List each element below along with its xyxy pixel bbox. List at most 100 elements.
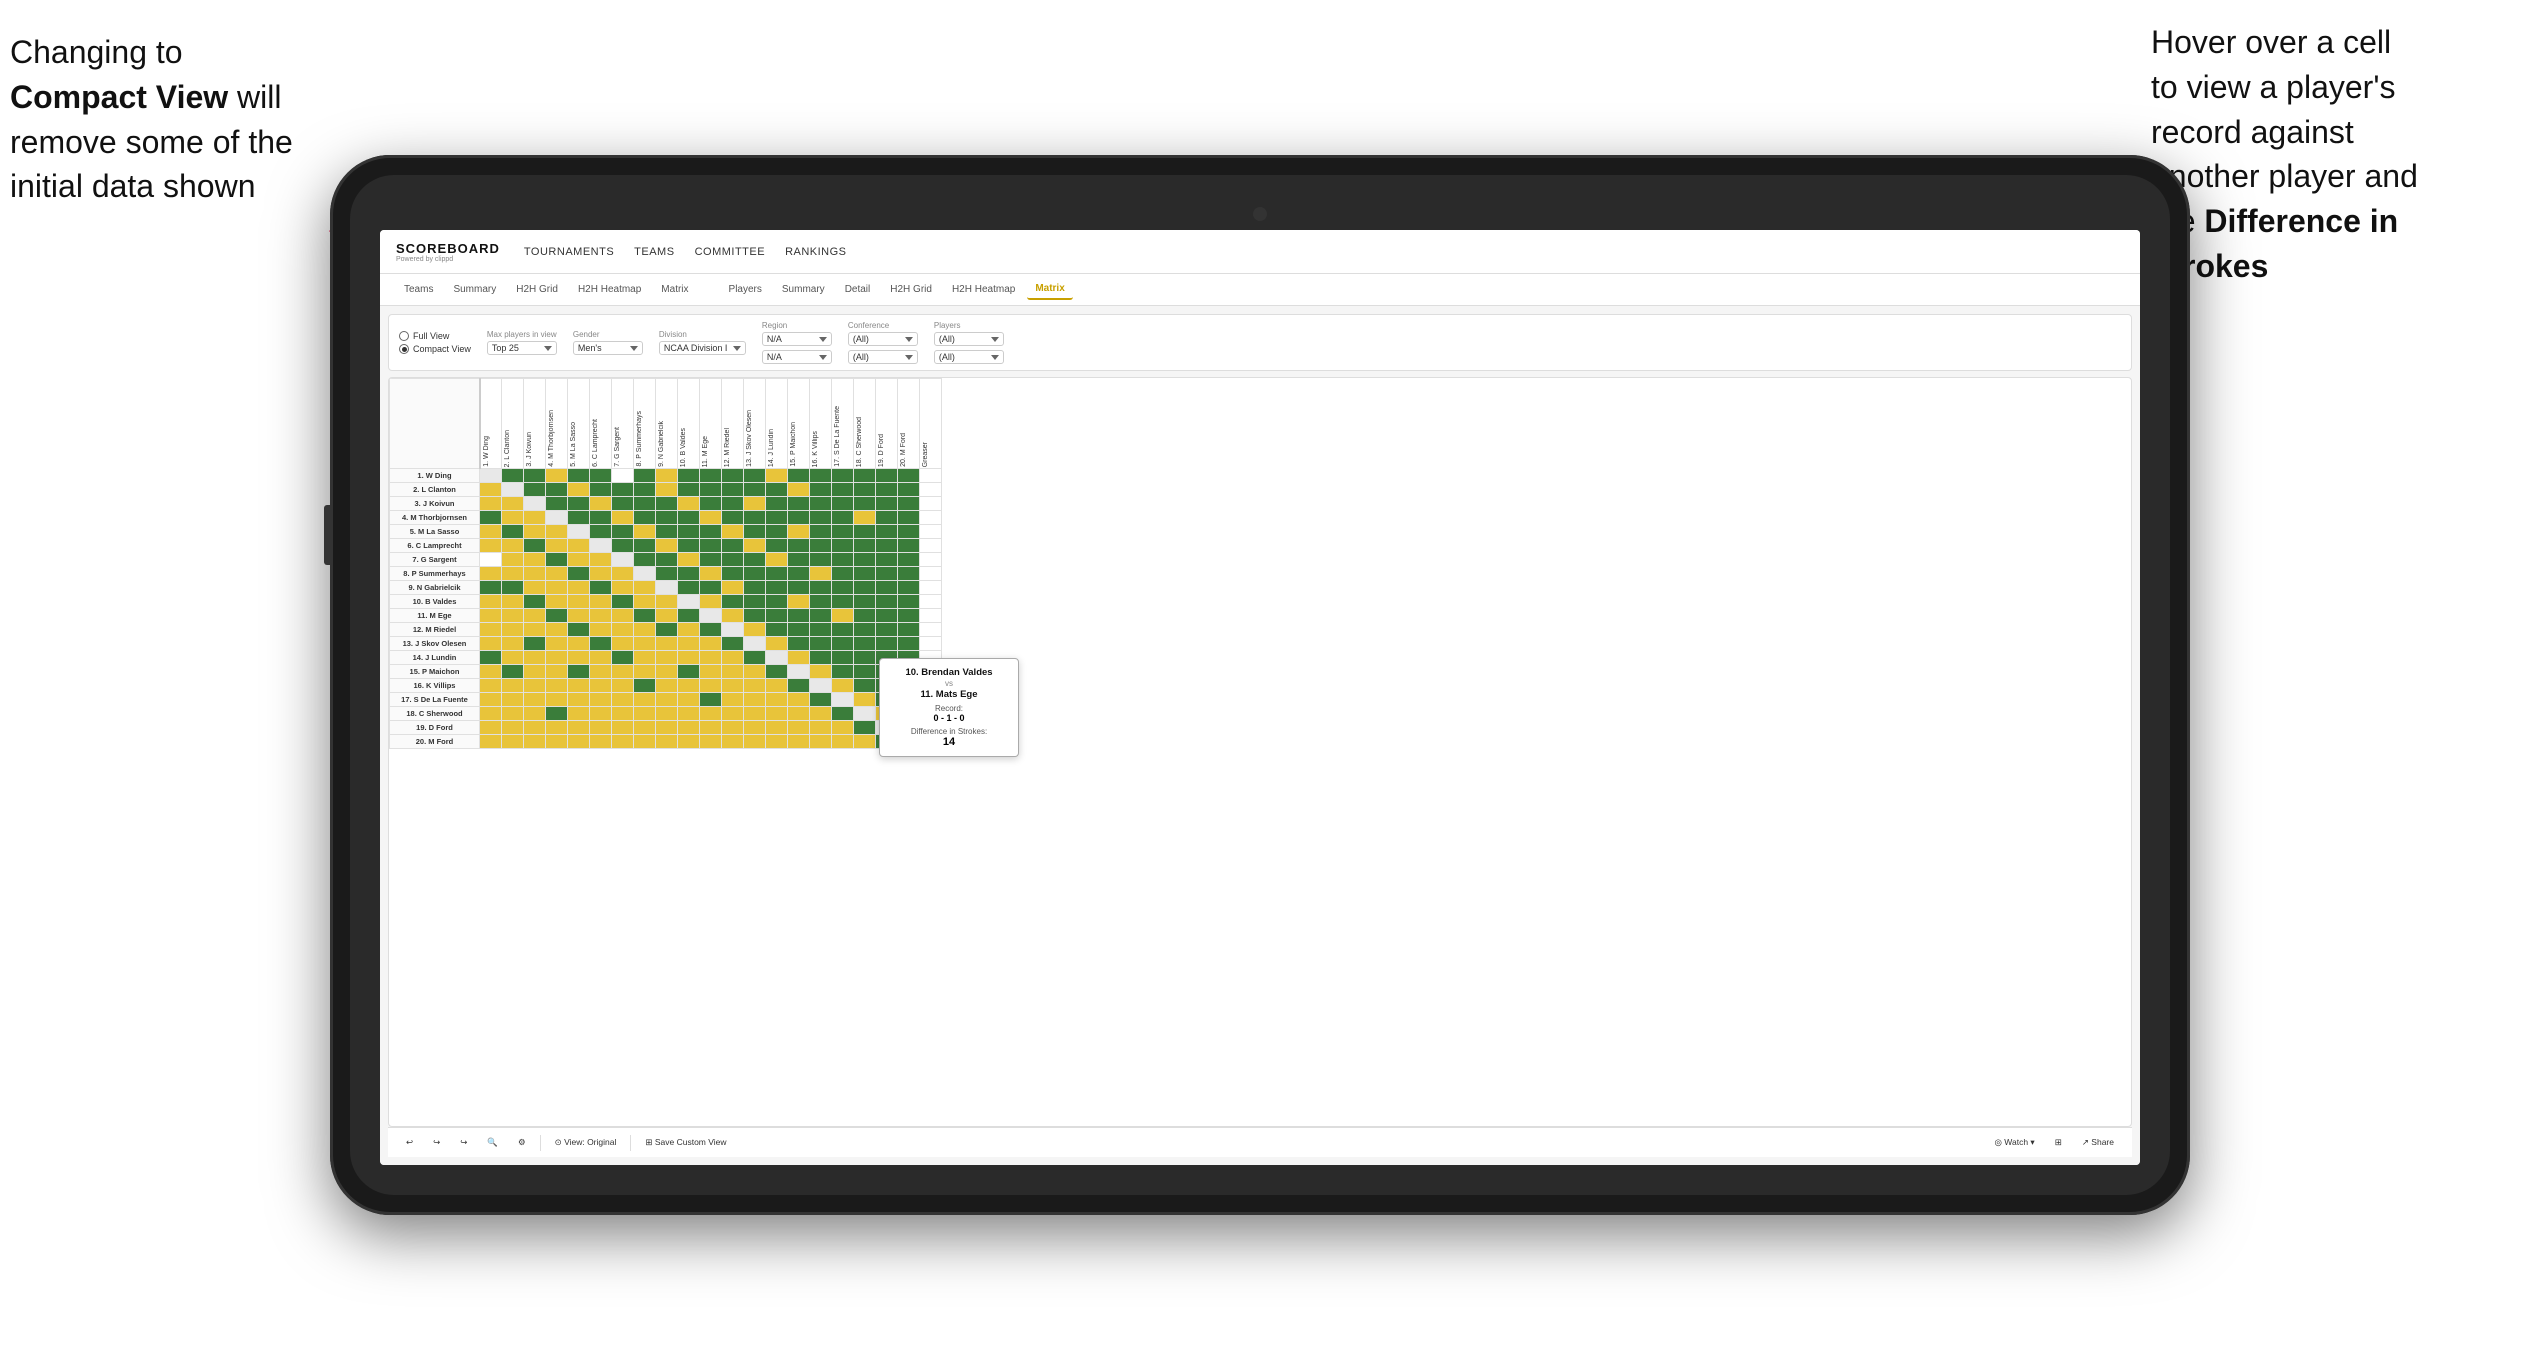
matrix-cell[interactable] [634, 707, 656, 721]
matrix-cell[interactable] [634, 497, 656, 511]
matrix-cell[interactable] [656, 735, 678, 749]
conference-select-2[interactable]: (All) [848, 350, 918, 364]
matrix-cell[interactable] [678, 497, 700, 511]
matrix-cell[interactable] [854, 539, 876, 553]
matrix-cell[interactable] [854, 609, 876, 623]
matrix-cell[interactable] [634, 679, 656, 693]
matrix-cell[interactable] [634, 483, 656, 497]
matrix-cell[interactable] [832, 581, 854, 595]
matrix-cell[interactable] [590, 735, 612, 749]
matrix-cell[interactable] [634, 623, 656, 637]
matrix-cell[interactable] [700, 693, 722, 707]
matrix-cell[interactable] [832, 637, 854, 651]
matrix-cell[interactable] [612, 581, 634, 595]
matrix-cell[interactable] [568, 497, 590, 511]
matrix-cell[interactable] [854, 735, 876, 749]
matrix-cell[interactable] [744, 567, 766, 581]
matrix-cell[interactable] [788, 483, 810, 497]
matrix-cell[interactable] [744, 581, 766, 595]
matrix-cell[interactable] [568, 581, 590, 595]
matrix-cell[interactable] [524, 511, 546, 525]
matrix-cell[interactable] [766, 735, 788, 749]
matrix-cell[interactable] [546, 483, 568, 497]
matrix-cell[interactable] [744, 651, 766, 665]
matrix-cell[interactable] [524, 469, 546, 483]
matrix-cell[interactable] [634, 595, 656, 609]
matrix-cell[interactable] [524, 609, 546, 623]
matrix-cell[interactable] [854, 553, 876, 567]
matrix-cell[interactable] [590, 525, 612, 539]
matrix-cell[interactable] [568, 637, 590, 651]
matrix-cell[interactable] [678, 651, 700, 665]
matrix-cell[interactable] [678, 721, 700, 735]
matrix-cell[interactable] [810, 679, 832, 693]
matrix-cell[interactable] [568, 469, 590, 483]
matrix-cell[interactable] [480, 497, 502, 511]
matrix-cell[interactable] [612, 679, 634, 693]
matrix-cell[interactable] [876, 567, 898, 581]
matrix-cell[interactable] [568, 525, 590, 539]
matrix-cell[interactable] [612, 539, 634, 553]
matrix-cell[interactable] [502, 525, 524, 539]
matrix-cell[interactable] [788, 539, 810, 553]
matrix-cell[interactable] [920, 609, 942, 623]
matrix-cell[interactable] [876, 581, 898, 595]
matrix-cell[interactable] [568, 483, 590, 497]
matrix-cell[interactable] [810, 553, 832, 567]
matrix-cell[interactable] [832, 609, 854, 623]
matrix-cell[interactable] [568, 609, 590, 623]
matrix-cell[interactable] [810, 609, 832, 623]
share-button[interactable]: ↗ Share [2076, 1134, 2120, 1151]
matrix-cell[interactable] [480, 651, 502, 665]
matrix-cell[interactable] [612, 497, 634, 511]
matrix-cell[interactable] [876, 637, 898, 651]
matrix-cell[interactable] [920, 539, 942, 553]
matrix-cell[interactable] [744, 721, 766, 735]
matrix-cell[interactable] [502, 623, 524, 637]
matrix-cell[interactable] [854, 497, 876, 511]
matrix-cell[interactable] [612, 483, 634, 497]
matrix-cell[interactable] [722, 609, 744, 623]
players-select-2[interactable]: (All) [934, 350, 1004, 364]
matrix-cell[interactable] [480, 735, 502, 749]
matrix-cell[interactable] [612, 553, 634, 567]
matrix-cell[interactable] [854, 679, 876, 693]
matrix-cell[interactable] [502, 637, 524, 651]
matrix-cell[interactable] [700, 581, 722, 595]
matrix-cell[interactable] [678, 609, 700, 623]
matrix-cell[interactable] [832, 693, 854, 707]
matrix-cell[interactable] [722, 595, 744, 609]
matrix-cell[interactable] [832, 567, 854, 581]
matrix-cell[interactable] [568, 553, 590, 567]
matrix-cell[interactable] [546, 581, 568, 595]
matrix-cell[interactable] [722, 707, 744, 721]
matrix-cell[interactable] [832, 651, 854, 665]
matrix-cell[interactable] [590, 609, 612, 623]
full-view-radio[interactable] [399, 331, 409, 341]
matrix-cell[interactable] [898, 567, 920, 581]
matrix-cell[interactable] [854, 665, 876, 679]
matrix-cell[interactable] [832, 539, 854, 553]
matrix-cell[interactable] [766, 511, 788, 525]
matrix-cell[interactable] [590, 553, 612, 567]
matrix-cell[interactable] [480, 469, 502, 483]
matrix-cell[interactable] [480, 483, 502, 497]
matrix-cell[interactable] [524, 497, 546, 511]
matrix-cell[interactable] [898, 623, 920, 637]
matrix-cell[interactable] [898, 469, 920, 483]
matrix-cell[interactable] [810, 469, 832, 483]
matrix-cell[interactable] [700, 707, 722, 721]
matrix-cell[interactable] [788, 511, 810, 525]
matrix-cell[interactable] [722, 735, 744, 749]
matrix-cell[interactable] [656, 665, 678, 679]
matrix-cell[interactable] [788, 637, 810, 651]
matrix-cell[interactable] [502, 735, 524, 749]
display-button[interactable]: ⊞ [2049, 1134, 2068, 1151]
matrix-cell[interactable] [788, 567, 810, 581]
matrix-cell[interactable] [722, 553, 744, 567]
matrix-cell[interactable] [898, 497, 920, 511]
tab-detail[interactable]: Detail [837, 280, 879, 299]
search-button[interactable]: 🔍 [481, 1134, 504, 1151]
matrix-cell[interactable] [744, 693, 766, 707]
matrix-cell[interactable] [568, 511, 590, 525]
